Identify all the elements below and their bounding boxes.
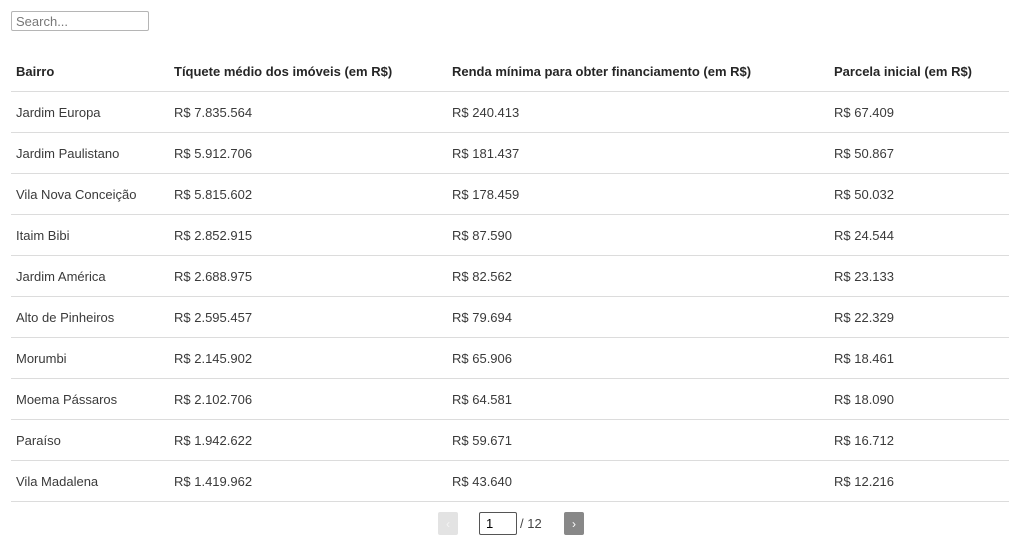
cell-renda-minima: R$ 65.906 [447,337,829,379]
cell-renda-minima: R$ 178.459 [447,173,829,215]
pagination: ‹ / 12 › [438,512,584,535]
table-row: Itaim Bibi R$ 2.852.915 R$ 87.590 R$ 24.… [11,214,1009,256]
data-table: Bairro Tíquete médio dos imóveis (em R$)… [11,51,1009,502]
cell-parcela-inicial: R$ 23.133 [829,255,1009,297]
cell-tiquete-medio: R$ 2.595.457 [169,296,447,338]
cell-renda-minima: R$ 181.437 [447,132,829,174]
previous-page-button[interactable]: ‹ [438,512,458,535]
column-header-bairro[interactable]: Bairro [11,51,169,92]
chevron-right-icon: › [572,516,576,531]
cell-tiquete-medio: R$ 1.942.622 [169,419,447,461]
cell-parcela-inicial: R$ 18.461 [829,337,1009,379]
cell-tiquete-medio: R$ 2.102.706 [169,378,447,420]
cell-tiquete-medio: R$ 5.912.706 [169,132,447,174]
cell-bairro: Alto de Pinheiros [11,296,169,338]
table-header-row: Bairro Tíquete médio dos imóveis (em R$)… [11,51,1009,92]
page-number-input[interactable] [479,512,517,535]
search-input[interactable] [11,11,149,31]
table-row: Morumbi R$ 2.145.902 R$ 65.906 R$ 18.461 [11,337,1009,379]
table-row: Vila Nova Conceição R$ 5.815.602 R$ 178.… [11,173,1009,215]
cell-bairro: Vila Madalena [11,460,169,502]
table-row: Jardim Paulistano R$ 5.912.706 R$ 181.43… [11,132,1009,174]
table-row: Moema Pássaros R$ 2.102.706 R$ 64.581 R$… [11,378,1009,420]
cell-renda-minima: R$ 59.671 [447,419,829,461]
cell-parcela-inicial: R$ 12.216 [829,460,1009,502]
table-row: Jardim Europa R$ 7.835.564 R$ 240.413 R$… [11,91,1009,133]
cell-bairro: Moema Pássaros [11,378,169,420]
cell-parcela-inicial: R$ 24.544 [829,214,1009,256]
cell-parcela-inicial: R$ 16.712 [829,419,1009,461]
cell-parcela-inicial: R$ 22.329 [829,296,1009,338]
column-header-renda-minima[interactable]: Renda mínima para obter financiamento (e… [447,51,829,92]
chevron-left-icon: ‹ [446,516,450,531]
cell-tiquete-medio: R$ 2.145.902 [169,337,447,379]
table-row: Vila Madalena R$ 1.419.962 R$ 43.640 R$ … [11,460,1009,502]
cell-tiquete-medio: R$ 2.688.975 [169,255,447,297]
cell-tiquete-medio: R$ 7.835.564 [169,91,447,133]
cell-bairro: Jardim Europa [11,91,169,133]
next-page-button[interactable]: › [564,512,584,535]
cell-bairro: Vila Nova Conceição [11,173,169,215]
cell-renda-minima: R$ 79.694 [447,296,829,338]
table-row: Alto de Pinheiros R$ 2.595.457 R$ 79.694… [11,296,1009,338]
cell-renda-minima: R$ 87.590 [447,214,829,256]
cell-bairro: Paraíso [11,419,169,461]
cell-parcela-inicial: R$ 50.032 [829,173,1009,215]
cell-parcela-inicial: R$ 67.409 [829,91,1009,133]
table-row: Jardim América R$ 2.688.975 R$ 82.562 R$… [11,255,1009,297]
cell-tiquete-medio: R$ 5.815.602 [169,173,447,215]
cell-renda-minima: R$ 43.640 [447,460,829,502]
cell-renda-minima: R$ 82.562 [447,255,829,297]
cell-bairro: Morumbi [11,337,169,379]
cell-renda-minima: R$ 240.413 [447,91,829,133]
cell-parcela-inicial: R$ 18.090 [829,378,1009,420]
cell-tiquete-medio: R$ 2.852.915 [169,214,447,256]
cell-renda-minima: R$ 64.581 [447,378,829,420]
table-row: Paraíso R$ 1.942.622 R$ 59.671 R$ 16.712 [11,419,1009,461]
column-header-parcela-inicial[interactable]: Parcela inicial (em R$) [829,51,1009,92]
cell-bairro: Jardim América [11,255,169,297]
cell-parcela-inicial: R$ 50.867 [829,132,1009,174]
page-total-label: / 12 [520,516,542,531]
cell-bairro: Itaim Bibi [11,214,169,256]
cell-bairro: Jardim Paulistano [11,132,169,174]
column-header-tiquete-medio[interactable]: Tíquete médio dos imóveis (em R$) [169,51,447,92]
cell-tiquete-medio: R$ 1.419.962 [169,460,447,502]
